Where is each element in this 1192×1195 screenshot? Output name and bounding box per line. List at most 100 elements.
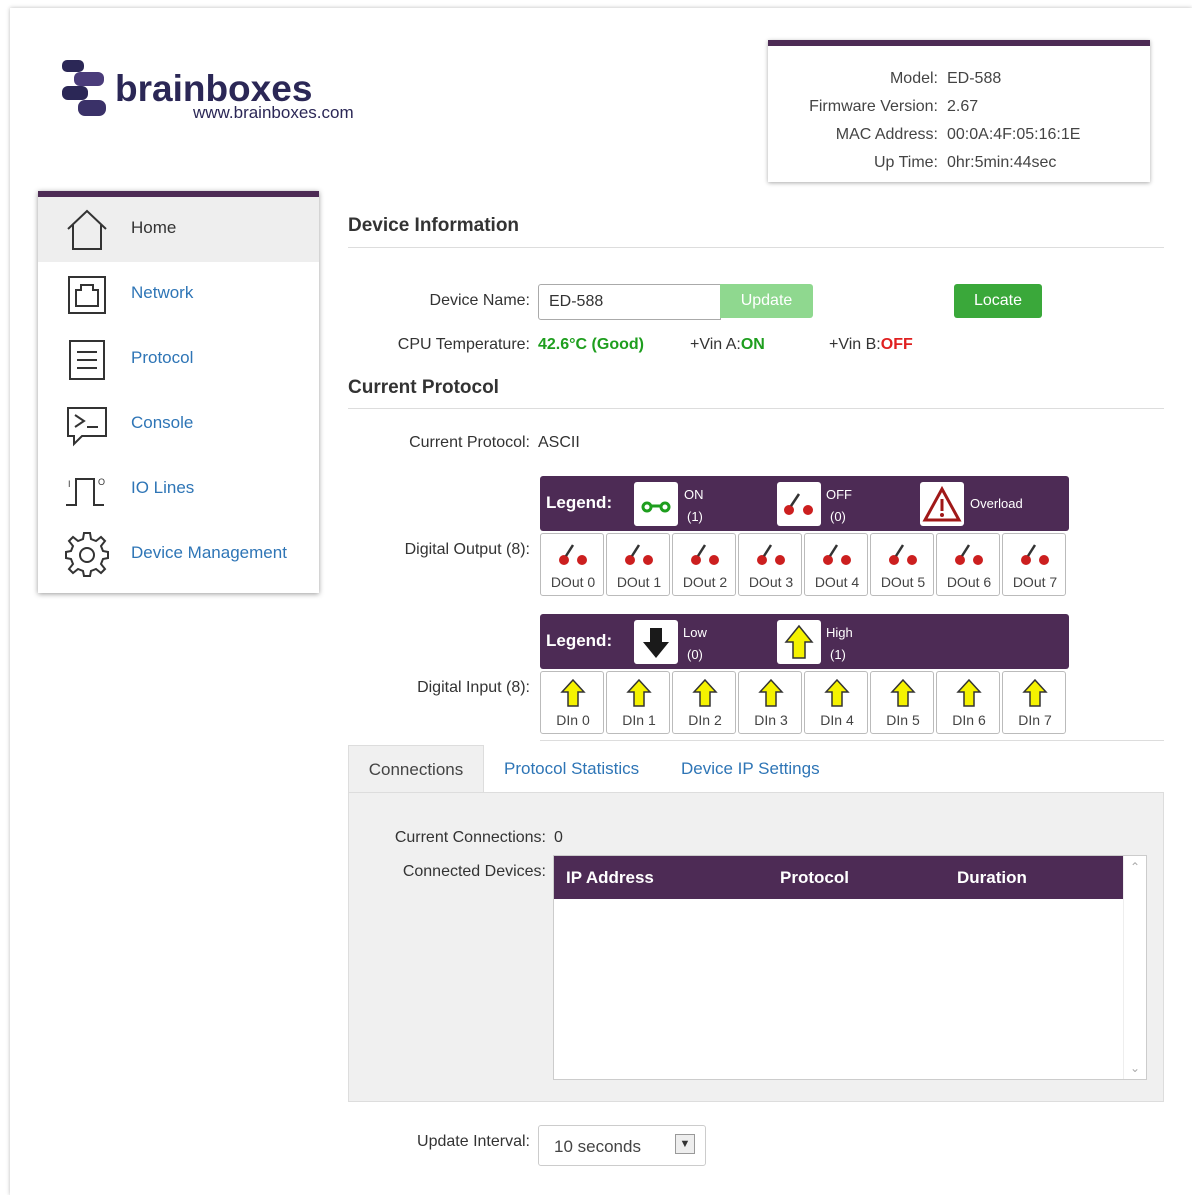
model-label: Model:: [889, 70, 938, 87]
switch-off-icon: [625, 544, 653, 565]
device-name-input[interactable]: ED-588: [538, 284, 721, 320]
digital-output-2[interactable]: DOut 2: [672, 533, 736, 596]
output-label: DOut 5: [880, 574, 926, 590]
digital-output-5[interactable]: DOut 5: [870, 533, 934, 596]
update-interval-value: 10 seconds: [554, 1137, 641, 1156]
current-protocol-value: ASCII: [538, 434, 580, 451]
digital-output-label: Digital Output (8):: [404, 541, 530, 558]
divider: [540, 740, 1164, 741]
legend-title: Legend:: [546, 493, 613, 512]
sidebar-item-label: Home: [131, 218, 177, 237]
digital-input-4: DIn 4: [804, 671, 868, 734]
input-label: DIn 2: [688, 712, 722, 728]
arrow-up-icon: [1022, 678, 1048, 707]
divider: [348, 247, 1164, 248]
input-label: DIn 4: [820, 712, 854, 728]
sidebar: Home Network Protocol Console I O IO Lin…: [38, 191, 319, 593]
digital-output-0[interactable]: DOut 0: [540, 533, 604, 596]
mac-label: MAC Address:: [835, 126, 938, 143]
vin-b-value: OFF: [880, 336, 913, 353]
input-label: DIn 0: [556, 712, 590, 728]
gear-icon: [65, 532, 109, 577]
chevron-down-icon[interactable]: ▼: [675, 1134, 695, 1154]
vin-b-label: +Vin B:: [829, 336, 881, 353]
digital-input-7: DIn 7: [1002, 671, 1066, 734]
current-protocol-label: Current Protocol:: [409, 434, 530, 451]
column-protocol[interactable]: Protocol: [780, 868, 849, 888]
table-scrollbar[interactable]: ⌃ ⌄: [1123, 856, 1146, 1079]
brainboxes-logo[interactable]: brainboxes www.brainboxes.com: [60, 56, 380, 126]
switch-off-icon: [777, 482, 821, 526]
column-ip-address[interactable]: IP Address: [566, 868, 654, 888]
sidebar-item-network[interactable]: Network: [38, 262, 319, 327]
switch-off-icon: [823, 544, 851, 565]
digital-output-6[interactable]: DOut 6: [936, 533, 1000, 596]
sidebar-item-io-lines[interactable]: I O IO Lines: [38, 457, 319, 522]
digital-output-row: DOut 0 DOut 1 DOut 2 DOut 3 DOut 4 DOut …: [540, 533, 1070, 597]
scroll-down-icon[interactable]: ⌄: [1130, 1061, 1140, 1075]
firmware-value: 2.67: [947, 98, 979, 115]
legend-off-label: OFF: [826, 487, 852, 502]
sidebar-item-label: Console: [131, 413, 194, 432]
sidebar-item-label: Network: [131, 283, 194, 302]
uptime-label: Up Time:: [873, 154, 938, 171]
column-duration[interactable]: Duration: [957, 868, 1027, 888]
digital-input-5: DIn 5: [870, 671, 934, 734]
update-interval-select[interactable]: 10 seconds ▼: [538, 1125, 706, 1166]
logo-mark-icon: [62, 60, 106, 116]
digital-input-3: DIn 3: [738, 671, 802, 734]
network-icon: [68, 276, 106, 314]
tab-protocol-statistics[interactable]: Protocol Statistics: [504, 745, 639, 793]
arrow-up-icon: [777, 620, 821, 664]
digital-input-label: Digital Input (8):: [417, 679, 530, 696]
input-label: DIn 3: [754, 712, 788, 728]
output-label: DOut 1: [616, 574, 662, 590]
cpu-temperature-label: CPU Temperature:: [397, 336, 530, 353]
vin-b-status: +Vin B:OFF: [829, 336, 913, 354]
digital-output-3[interactable]: DOut 3: [738, 533, 802, 596]
arrow-up-icon: [890, 678, 916, 707]
input-label: DIn 6: [952, 712, 986, 728]
legend-off-value: (0): [830, 509, 846, 524]
scroll-up-icon[interactable]: ⌃: [1130, 860, 1140, 874]
sidebar-item-protocol[interactable]: Protocol: [38, 327, 319, 392]
sidebar-item-home[interactable]: Home: [38, 197, 319, 262]
device-info-box: Model: ED-588 Firmware Version: 2.67 MAC…: [768, 40, 1150, 182]
legend-low-value: (0): [687, 647, 703, 662]
update-button[interactable]: Update: [720, 284, 813, 318]
legend-high-value: (1): [830, 647, 846, 662]
sidebar-item-device-management[interactable]: Device Management: [38, 522, 319, 587]
digital-output-1[interactable]: DOut 1: [606, 533, 670, 596]
output-label: DOut 7: [1012, 574, 1058, 590]
legend-overload-label: Overload: [970, 496, 1023, 511]
legend-on-label: ON: [684, 487, 704, 502]
device-information-heading: Device Information: [348, 215, 520, 236]
overload-warning-icon: [920, 482, 964, 526]
legend-low-label: Low: [683, 625, 707, 640]
sidebar-item-console[interactable]: Console: [38, 392, 319, 457]
protocol-icon: [69, 340, 105, 380]
mac-value: 00:0A:4F:05:16:1E: [947, 126, 1081, 143]
output-label: DOut 3: [748, 574, 794, 590]
digital-output-4[interactable]: DOut 4: [804, 533, 868, 596]
connected-devices-label: Connected Devices:: [402, 863, 546, 880]
firmware-label: Firmware Version:: [809, 98, 938, 115]
svg-text:I: I: [68, 479, 71, 489]
logo-url: www.brainboxes.com: [193, 103, 354, 122]
arrow-down-icon: [634, 620, 678, 664]
current-connections-label: Current Connections:: [394, 829, 546, 846]
vin-a-status: +Vin A:ON: [690, 336, 765, 354]
locate-button[interactable]: Locate: [954, 284, 1042, 318]
digital-input-row: DIn 0 DIn 1 DIn 2 DIn 3 DIn 4 DIn 5 DIn …: [540, 671, 1070, 735]
arrow-up-icon: [956, 678, 982, 707]
home-icon: [67, 209, 107, 250]
tab-device-ip-settings[interactable]: Device IP Settings: [681, 745, 820, 793]
switch-off-icon: [1021, 544, 1049, 565]
tab-connections[interactable]: Connections: [348, 745, 484, 794]
switch-off-icon: [955, 544, 983, 565]
legend-high-label: High: [826, 625, 853, 640]
switch-on-icon: [634, 482, 678, 526]
digital-output-7[interactable]: DOut 7: [1002, 533, 1066, 596]
output-label: DOut 2: [682, 574, 728, 590]
io-lines-icon: I O: [66, 477, 105, 506]
